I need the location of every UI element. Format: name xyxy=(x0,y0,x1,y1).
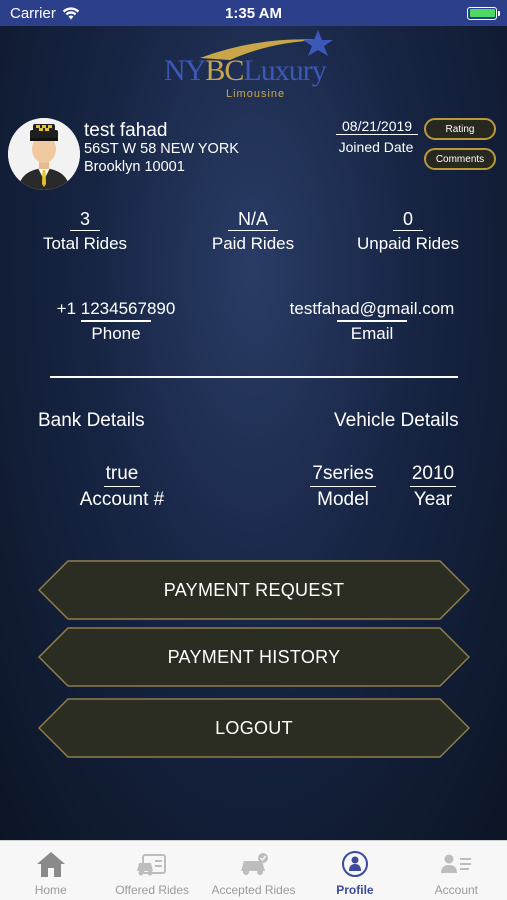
account-value: true xyxy=(103,462,141,487)
profile-icon xyxy=(338,849,372,879)
tab-label: Profile xyxy=(336,883,374,897)
home-icon xyxy=(34,849,68,879)
tab-label: Account xyxy=(434,883,478,897)
car-check-icon xyxy=(237,849,271,879)
tab-bar: Home Offered Rides Accepted Rides Profil… xyxy=(0,840,507,900)
year-label: Year xyxy=(413,489,453,510)
tab-label: Offered Rides xyxy=(115,883,190,897)
app-logo: NYBCLuxury Limousine xyxy=(160,28,350,100)
stat-label: Unpaid Rides xyxy=(356,234,460,253)
tab-home[interactable]: Home xyxy=(0,841,101,900)
driver-name: test fahad xyxy=(84,120,168,141)
driver-avatar xyxy=(8,118,80,190)
section-divider xyxy=(50,376,458,378)
comments-button[interactable]: Comments xyxy=(424,148,496,170)
profile-screen: NYBCLuxury Limousine test fahad 56ST W 5… xyxy=(0,26,507,840)
model-value: 7series xyxy=(310,462,376,487)
bank-account: true Account # xyxy=(62,462,182,511)
email-underline xyxy=(337,320,407,322)
tab-profile[interactable]: Profile xyxy=(304,841,405,900)
logo-wordmark: NYBCLuxury xyxy=(164,54,327,87)
logo-subtitle: Limousine xyxy=(226,88,286,100)
chauffeur-icon xyxy=(8,118,80,190)
phone-value: +1 1234567890 xyxy=(56,299,176,318)
vehicle-details-title: Vehicle Details xyxy=(334,410,459,431)
account-icon xyxy=(439,849,473,879)
battery-icon xyxy=(467,6,500,20)
email-field: testfahad@gmail.com Email xyxy=(272,298,472,344)
model-label: Model xyxy=(317,489,369,510)
stat-total-rides: 3 Total Rides xyxy=(30,208,140,254)
bank-details-title: Bank Details xyxy=(38,410,145,431)
joined-date-value: 08/21/2019 xyxy=(336,118,419,135)
logout-button[interactable]: LOGOUT xyxy=(38,698,470,758)
payment-history-button[interactable]: PAYMENT HISTORY xyxy=(38,627,470,687)
year-value: 2010 xyxy=(409,462,457,487)
phone-label: Phone xyxy=(91,323,141,343)
tab-label: Accepted Rides xyxy=(211,883,296,897)
payment-request-label: PAYMENT REQUEST xyxy=(163,579,345,600)
joined-date-label: Joined Date xyxy=(338,139,414,155)
tab-label: Home xyxy=(34,883,67,897)
vehicle-model: 7series Model xyxy=(298,462,388,511)
stat-value: 0 xyxy=(392,208,423,231)
rating-button[interactable]: Rating xyxy=(424,118,496,140)
driver-address-line1: 56ST W 58 NEW YORK xyxy=(84,141,239,157)
status-bar: Carrier 1:35 AM xyxy=(0,0,507,26)
stat-label: Paid Rides xyxy=(211,234,295,253)
carrier-label: Carrier xyxy=(10,4,56,22)
tab-offered-rides[interactable]: Offered Rides xyxy=(101,841,202,900)
payment-history-label: PAYMENT HISTORY xyxy=(167,646,341,667)
stat-value: N/A xyxy=(227,208,278,231)
email-value: testfahad@gmail.com xyxy=(289,299,455,318)
stat-unpaid-rides: 0 Unpaid Rides xyxy=(348,208,468,254)
email-label: Email xyxy=(350,323,394,343)
driver-address-line2: Brooklyn 10001 xyxy=(84,159,185,175)
phone-field: +1 1234567890 Phone xyxy=(40,298,192,344)
stat-label: Total Rides xyxy=(42,234,128,253)
stat-paid-rides: N/A Paid Rides xyxy=(198,208,308,254)
logout-label: LOGOUT xyxy=(215,717,293,738)
phone-underline xyxy=(81,320,151,322)
tab-account[interactable]: Account xyxy=(406,841,507,900)
vehicle-year: 2010 Year xyxy=(398,462,468,511)
account-label: Account # xyxy=(79,489,165,510)
car-icon xyxy=(135,849,169,879)
payment-request-button[interactable]: PAYMENT REQUEST xyxy=(38,560,470,620)
status-left: Carrier xyxy=(10,5,80,22)
stat-value: 3 xyxy=(69,208,100,231)
wifi-icon xyxy=(62,6,80,19)
tab-accepted-rides[interactable]: Accepted Rides xyxy=(203,841,304,900)
